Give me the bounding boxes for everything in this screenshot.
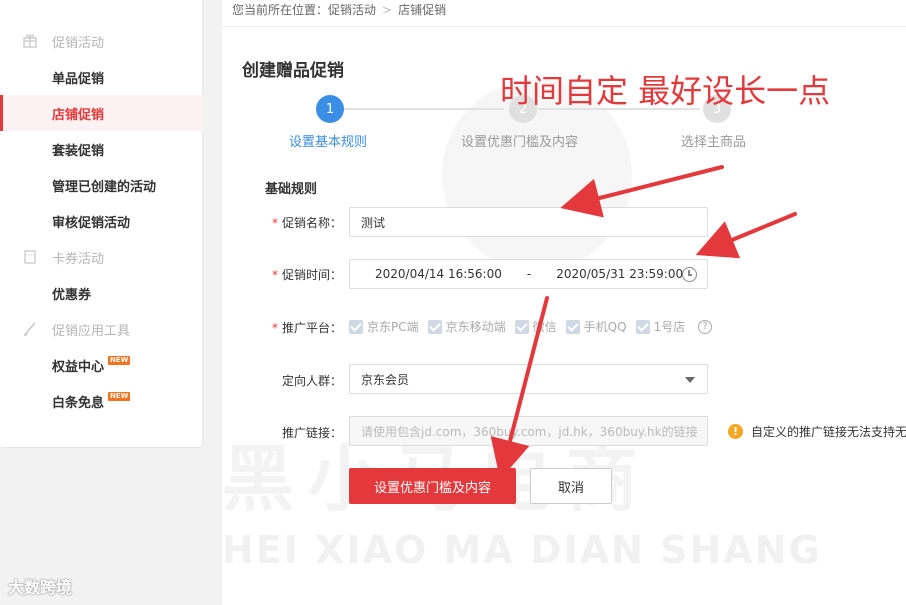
sidebar-item-label: 店铺促销 — [52, 107, 105, 123]
sidebar-item-store-promo[interactable]: 店铺促销 — [0, 95, 203, 131]
set-threshold-button[interactable]: 设置优惠门槛及内容 — [349, 468, 516, 504]
step-3-label: 选择主商品 — [681, 135, 747, 150]
breadcrumb: 您当前所在位置：促销活动 > 店铺促销 — [232, 1, 446, 18]
sidebar-item-label: 管理已创建的活动 — [52, 179, 157, 195]
promo-name-input[interactable]: 测试 — [349, 207, 708, 237]
checkbox-checked-icon — [514, 319, 529, 334]
chevron-down-icon — [685, 377, 695, 383]
platform-label: * 推广平台： — [271, 321, 342, 335]
checkbox-checked-icon — [427, 319, 442, 334]
gift-icon — [22, 33, 38, 49]
checkbox-checked-icon — [349, 319, 363, 334]
sidebar-item-bundle-promo[interactable]: 套装促销 — [0, 131, 203, 167]
time-end: 2020/05/31 23:59:00 — [556, 267, 684, 281]
corner-logo: 大数跨境 — [8, 578, 73, 597]
link-placeholder: 请使用包含jd.com，360buy.com，jd.hk，360buy.hk的链… — [361, 424, 698, 439]
sidebar-item-single-promo[interactable]: 单品促销 — [0, 59, 203, 95]
promo-name-value: 测试 — [361, 215, 386, 230]
link-label: 推广链接： — [281, 426, 342, 440]
platform-checkboxes: 京东PC端 京东移动端 微信 手机QQ 1号店 ? — [349, 318, 713, 335]
step-connector — [344, 108, 504, 110]
breadcrumb-level1[interactable]: 促销活动 — [328, 3, 376, 17]
clock-icon — [682, 267, 697, 282]
checkbox-checked-icon — [635, 319, 650, 334]
sidebar-item-label: 套装促销 — [52, 143, 105, 159]
cancel-button[interactable]: 取消 — [530, 468, 612, 504]
sidebar-item-label: 审核促销活动 — [52, 215, 131, 231]
sidebar-item-baitiao[interactable]: 白条免息 NEW — [0, 383, 203, 419]
sidebar: 促销活动 单品促销 店铺促销 套装促销 管理已创建的活动 审核促销活动 卡券活动… — [0, 0, 203, 448]
sidebar-group-promotions: 促销活动 — [0, 23, 203, 59]
sidebar-group-tools: 促销应用工具 — [0, 311, 203, 347]
link-warning: ! 自定义的推广链接无法支持无 — [728, 423, 906, 440]
new-badge: NEW — [108, 391, 131, 401]
warning-icon: ! — [728, 424, 743, 439]
brush-icon — [22, 321, 38, 337]
sidebar-item-label: 白条免息 — [52, 395, 105, 411]
sidebar-item-benefits-center[interactable]: 权益中心 NEW — [0, 347, 203, 383]
checkbox-qq[interactable]: 手机QQ — [565, 318, 627, 335]
breadcrumb-separator: > — [382, 3, 393, 17]
sidebar-group-label: 促销活动 — [52, 35, 105, 51]
new-badge: NEW — [108, 355, 131, 365]
main-panel: 黑小马电商 HEI XIAO MA DIAN SHANG 您当前所在位置：促销活… — [222, 0, 906, 605]
checkbox-checked-icon — [565, 319, 580, 334]
checkbox-wechat[interactable]: 微信 — [514, 318, 557, 335]
breadcrumb-prefix: 您当前所在位置： — [232, 3, 329, 17]
divider — [222, 26, 906, 27]
step-2-label: 设置优惠门槛及内容 — [461, 135, 579, 150]
sidebar-item-label: 优惠券 — [52, 287, 92, 303]
checkbox-jd-pc[interactable]: 京东PC端 — [349, 318, 419, 335]
time-start: 2020/04/14 16:56:00 — [375, 267, 502, 281]
promo-time-range[interactable]: 2020/04/14 16:56:00 - 2020/05/31 23:59:0… — [349, 259, 708, 289]
watermark-subtext: HEI XIAO MA DIAN SHANG — [222, 528, 822, 572]
sidebar-item-label: 权益中心 — [52, 359, 105, 375]
promo-name-label: * 促销名称： — [271, 216, 342, 230]
link-input[interactable]: 请使用包含jd.com，360buy.com，jd.hk，360buy.hk的链… — [349, 416, 708, 446]
breadcrumb-level2: 店铺促销 — [398, 3, 447, 17]
audience-select[interactable]: 京东会员 — [349, 364, 708, 394]
sidebar-item-review-promo[interactable]: 审核促销活动 — [0, 203, 203, 239]
page-title: 创建赠品促销 — [242, 61, 344, 81]
red-annotation-text: 时间自定 最好设长一点 — [500, 72, 831, 110]
step-1-circle: 1 — [316, 95, 344, 123]
sidebar-item-manage-activities[interactable]: 管理已创建的活动 — [0, 167, 203, 203]
section-title: 基础规则 — [265, 182, 318, 197]
audience-label: 定向人群： — [281, 374, 342, 388]
help-icon[interactable]: ? — [698, 319, 713, 334]
time-separator: - — [526, 267, 532, 281]
sidebar-group-label: 卡券活动 — [52, 251, 105, 267]
sidebar-item-label: 单品促销 — [52, 71, 105, 87]
coupon-icon — [22, 249, 38, 265]
step-1-label: 设置基本规则 — [289, 135, 368, 150]
sidebar-group-label: 促销应用工具 — [52, 323, 131, 339]
checkbox-yhd[interactable]: 1号店 — [635, 318, 685, 335]
audience-value: 京东会员 — [361, 372, 410, 387]
warning-text: 自定义的推广链接无法支持无 — [751, 425, 906, 439]
sidebar-group-coupons: 卡券活动 — [0, 239, 203, 275]
sidebar-item-coupon[interactable]: 优惠券 — [0, 275, 203, 311]
checkbox-jd-mobile[interactable]: 京东移动端 — [427, 318, 506, 335]
promo-time-label: * 促销时间： — [271, 268, 342, 282]
